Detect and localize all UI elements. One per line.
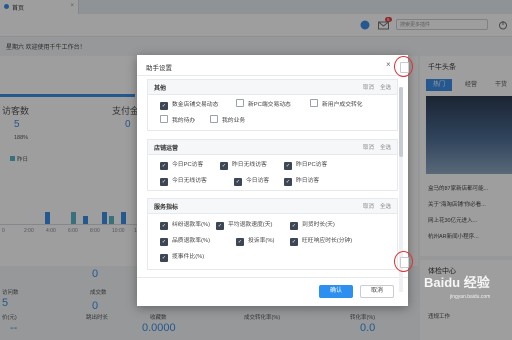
option-checkbox[interactable]: ✓ 今日访客 — [234, 175, 269, 186]
dialog-divider — [137, 75, 408, 76]
option-checkbox[interactable]: ✓ 昨日访客 — [284, 175, 319, 186]
option-checkbox[interactable]: 新用户成交转化 — [310, 99, 363, 108]
option-checkbox[interactable]: 我的业务 — [210, 115, 245, 124]
deselect-all-link[interactable]: 取消 — [363, 85, 374, 91]
checkbox-checked-icon: ✓ — [290, 222, 298, 230]
checkbox-checked-icon: ✓ — [160, 162, 168, 170]
option-checkbox[interactable]: 新PC端交易动态 — [236, 99, 291, 108]
option-checkbox[interactable]: 我的待办 — [160, 115, 195, 124]
checkbox-checked-icon: ✓ — [160, 102, 168, 110]
checkbox-unchecked-icon — [210, 115, 218, 123]
option-checkbox[interactable]: ✓ 今日无线访客 — [160, 175, 207, 186]
option-checkbox[interactable]: ✓ 品质退款率(%) — [160, 235, 210, 246]
option-checkbox[interactable]: ✓ 纠纷退款率(%) — [160, 219, 210, 230]
checkbox-unchecked-icon — [310, 99, 318, 107]
section-header: 其他 取消 全选 — [148, 80, 397, 95]
cancel-button[interactable]: 取消 — [360, 285, 394, 298]
option-checkbox[interactable]: ✓ 旺旺响应时长(分钟) — [290, 235, 352, 246]
checkbox-checked-icon: ✓ — [160, 254, 168, 262]
deselect-all-link[interactable]: 取消 — [363, 145, 374, 151]
option-checkbox[interactable]: ✓ 昨日PC访客 — [284, 159, 327, 170]
section-store-ops: 店铺运营 取消 全选 ✓ 今日PC访客 ✓ 昨日无线访客 ✓ 昨日PC访客 ✓ 今日无线访… — [147, 139, 398, 191]
section-links: 取消 全选 — [357, 143, 391, 151]
checkbox-checked-icon: ✓ — [290, 238, 298, 246]
annotation-circle — [394, 56, 413, 77]
checkbox-unchecked-icon — [236, 99, 244, 107]
checkbox-checked-icon: ✓ — [216, 222, 224, 230]
checkbox-checked-icon: ✓ — [236, 238, 244, 246]
checkbox-checked-icon: ✓ — [160, 178, 168, 186]
section-links: 取消 全选 — [357, 202, 391, 210]
checkbox-checked-icon: ✓ — [220, 162, 228, 170]
section-header: 服务指标 取消 全选 — [148, 199, 397, 214]
baidu-watermark: Baidu 经验 — [424, 275, 490, 290]
option-checkbox[interactable]: ✓ 昨日无线访客 — [220, 159, 267, 170]
option-checkbox[interactable]: ✓ 平均退款速度(天) — [216, 219, 272, 230]
section-header: 店铺运营 取消 全选 — [148, 140, 397, 155]
option-checkbox[interactable]: ✓ 投诉率(%) — [236, 235, 274, 246]
select-all-link[interactable]: 全选 — [380, 85, 391, 91]
section-title: 店铺运营 — [154, 146, 179, 152]
checkbox-checked-icon: ✓ — [234, 178, 242, 186]
option-checkbox[interactable]: ✓ 今日PC访客 — [160, 159, 203, 170]
settings-dialog: 助手设置 × 其他 取消 全选 ✓ 数金店铺交易动态 新PC端交易动态 新用户成交转… — [137, 55, 408, 306]
annotation-circle — [394, 251, 413, 272]
option-checkbox[interactable]: ✓ 数金店铺交易动态 — [160, 99, 218, 110]
checkbox-checked-icon: ✓ — [160, 222, 168, 230]
deselect-all-link[interactable]: 取消 — [363, 204, 374, 210]
option-checkbox[interactable]: ✓ 到货时长(天) — [290, 219, 335, 230]
section-other: 其他 取消 全选 ✓ 数金店铺交易动态 新PC端交易动态 新用户成交转化 我的待办 … — [147, 79, 398, 131]
section-title: 服务指标 — [154, 205, 179, 211]
close-icon[interactable]: × — [386, 60, 391, 69]
option-checkbox[interactable]: ✓ 揽事件比(%) — [160, 251, 204, 262]
checkbox-unchecked-icon — [160, 115, 168, 123]
select-all-link[interactable]: 全选 — [380, 145, 391, 151]
section-title: 其他 — [154, 86, 167, 92]
section-links: 取消 全选 — [357, 83, 391, 91]
watermark-url: jingyan.baidu.com — [450, 294, 491, 300]
section-service: 服务指标 取消 全选 ✓ 纠纷退款率(%) ✓ 平均退款速度(天) ✓ 到货时长(天) … — [147, 198, 398, 270]
checkbox-checked-icon: ✓ — [284, 178, 292, 186]
dialog-title: 助手设置 — [146, 65, 172, 72]
footer-divider — [137, 277, 408, 278]
checkbox-checked-icon: ✓ — [284, 162, 292, 170]
scrollbar-thumb[interactable] — [399, 87, 403, 157]
select-all-link[interactable]: 全选 — [380, 204, 391, 210]
confirm-button[interactable]: 确认 — [319, 285, 353, 298]
checkbox-checked-icon: ✓ — [160, 238, 168, 246]
